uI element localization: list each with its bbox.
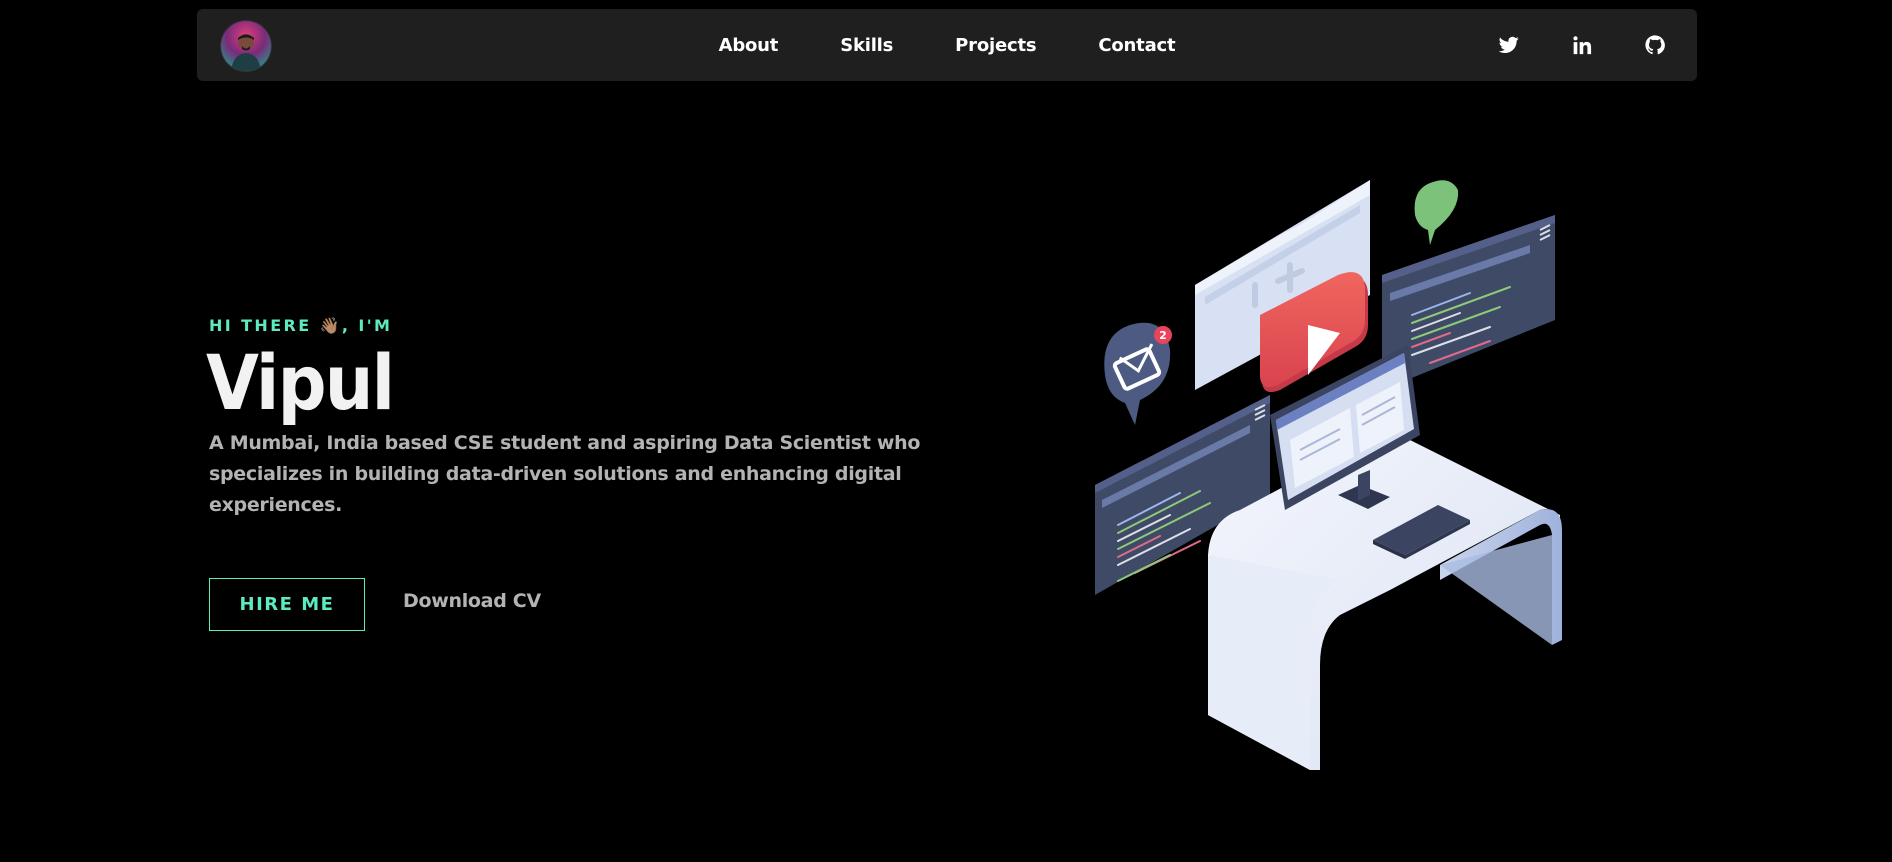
nav-link-projects[interactable]: Projects bbox=[924, 35, 1067, 56]
hire-me-button[interactable]: HIRE ME bbox=[209, 578, 365, 631]
avatar-photo bbox=[231, 34, 261, 71]
avatar[interactable] bbox=[221, 21, 271, 71]
navbar: About Skills Projects Contact bbox=[197, 9, 1697, 81]
nav-link-skills[interactable]: Skills bbox=[809, 35, 924, 56]
download-cv-link[interactable]: Download CV bbox=[403, 590, 541, 612]
nav-link-about[interactable]: About bbox=[688, 35, 810, 56]
notification-count: 2 bbox=[1159, 329, 1167, 342]
nav-link-contact[interactable]: Contact bbox=[1067, 35, 1206, 56]
hero-description: A Mumbai, India based CSE student and as… bbox=[209, 432, 921, 516]
social-links bbox=[1495, 9, 1669, 81]
nav-links: About Skills Projects Contact bbox=[197, 9, 1697, 81]
twitter-icon[interactable] bbox=[1495, 31, 1523, 59]
hero-name: Vipul bbox=[206, 338, 395, 427]
leaf-bubble bbox=[1414, 180, 1459, 245]
linkedin-icon[interactable] bbox=[1568, 31, 1596, 59]
hero-illustration: 2 bbox=[1095, 180, 1562, 770]
greeting-text: HI THERE 👋🏽, I'M bbox=[209, 316, 393, 335]
github-icon[interactable] bbox=[1641, 31, 1669, 59]
mail-bubble: 2 bbox=[1104, 322, 1172, 425]
